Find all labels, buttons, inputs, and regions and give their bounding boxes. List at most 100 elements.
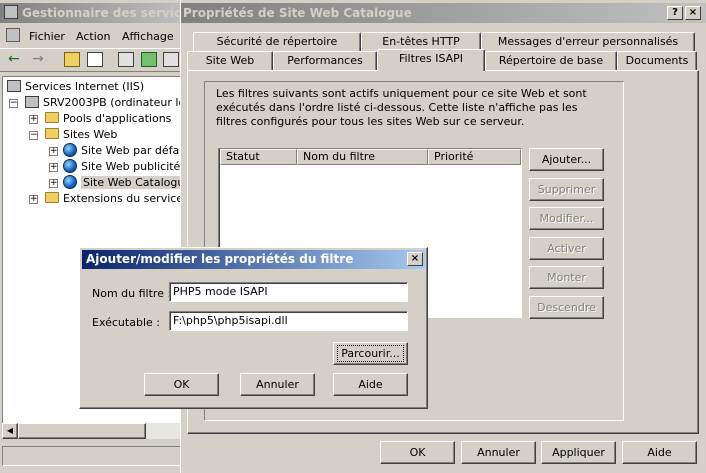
- tree-web-sites[interactable]: Sites Web: [45, 127, 117, 143]
- filter-titlebar[interactable]: Ajouter/modifier les propriétés du filtr…: [82, 250, 425, 269]
- folder-icon: [45, 128, 59, 139]
- show-tree-icon[interactable]: [87, 52, 103, 67]
- ok-button-label: OK: [409, 446, 426, 459]
- mmc-titlebar[interactable]: Gestionnaire des services I: [0, 3, 185, 23]
- export-icon[interactable]: [163, 52, 179, 67]
- tree-server-label: SRV2003PB (ordinateur loca: [43, 96, 184, 109]
- browse-button[interactable]: Parcourir...: [333, 342, 408, 365]
- tree-app-pools[interactable]: Pools d'applications: [45, 111, 171, 127]
- add-button[interactable]: Ajouter...: [529, 148, 604, 171]
- tree-app-pools-label: Pools d'applications: [63, 112, 172, 125]
- tree-web-sites-label: Sites Web: [63, 128, 118, 141]
- scroll-thumb[interactable]: [18, 423, 146, 439]
- tree-expander-pools[interactable]: +: [29, 115, 38, 124]
- tree-expander-sites[interactable]: −: [29, 131, 38, 140]
- tree-site-catalogue[interactable]: Site Web Catalogue: [63, 175, 183, 191]
- folder-icon: [45, 112, 59, 123]
- move-down-button[interactable]: Descendre: [529, 296, 604, 319]
- browse-button-label: Parcourir...: [337, 345, 404, 362]
- mmc-menubar: Fichier Action Affichage: [0, 25, 185, 45]
- filter-cancel-button-label: Annuler: [256, 378, 299, 391]
- filter-help-button-label: Aide: [358, 378, 383, 391]
- remove-button-label: Supprimer: [537, 183, 596, 196]
- up-folder-icon[interactable]: [64, 52, 80, 67]
- mmc-app-icon: [4, 5, 18, 19]
- filter-dialog: Ajouter/modifier les propriétés du filtr…: [79, 247, 428, 409]
- tree-expander-site3[interactable]: +: [49, 179, 58, 188]
- remove-button[interactable]: Supprimer: [529, 178, 604, 201]
- tree-root[interactable]: Services Internet (IIS): [7, 79, 144, 95]
- move-up-button[interactable]: Monter: [529, 266, 604, 289]
- mmc-title: Gestionnaire des services I: [22, 6, 185, 20]
- tree-extensions[interactable]: Extensions du service V: [45, 191, 184, 207]
- menu-icon: [6, 28, 20, 42]
- enable-button-label: Activer: [547, 242, 586, 255]
- filter-name-label: Nom du filtre :: [92, 287, 172, 300]
- tree-root-label: Services Internet (IIS): [25, 80, 145, 93]
- apply-button-label: Appliquer: [552, 446, 605, 459]
- tab-documents[interactable]: Documents: [617, 51, 697, 71]
- tree-site-catalogue-label: Site Web Catalogue: [81, 176, 183, 189]
- cancel-button[interactable]: Annuler: [461, 441, 536, 464]
- scroll-left-icon[interactable]: ◀: [2, 423, 18, 439]
- tree-hscrollbar[interactable]: ◀: [2, 423, 184, 439]
- close-title-icon[interactable]: ×: [685, 6, 701, 20]
- help-button-label: Aide: [647, 446, 672, 459]
- mmc-toolbar: ← →: [0, 48, 185, 72]
- menu-file[interactable]: Fichier: [29, 30, 65, 43]
- properties-icon[interactable]: [118, 52, 134, 67]
- tab-home-directory[interactable]: Répertoire de base: [485, 51, 617, 71]
- tree-site-default-label: Site Web par défau: [81, 144, 184, 157]
- move-up-button-label: Monter: [547, 271, 586, 284]
- help-title-button[interactable]: ?: [667, 6, 683, 20]
- col-status[interactable]: Statut: [220, 149, 297, 165]
- tree-expander-extensions[interactable]: +: [29, 195, 38, 204]
- col-priority[interactable]: Priorité: [428, 149, 521, 165]
- globe-icon: [63, 175, 77, 189]
- menu-action[interactable]: Action: [76, 30, 110, 43]
- tab-security[interactable]: Sécurité de répertoire: [193, 32, 361, 52]
- modify-button-label: Modifier...: [539, 212, 594, 225]
- executable-label: Exécutable :: [92, 316, 160, 329]
- tree-server[interactable]: SRV2003PB (ordinateur loca: [25, 95, 184, 111]
- tree-site-publicite-label: Site Web publicité: [81, 160, 181, 173]
- back-arrow-icon[interactable]: ←: [8, 51, 20, 67]
- properties-titlebar[interactable]: Propriétés de Site Web Catalogue: [181, 3, 706, 23]
- mmc-statusbar: [2, 446, 184, 466]
- tab-error-messages[interactable]: Messages d'erreur personnalisés: [481, 32, 695, 52]
- help-button[interactable]: Aide: [622, 441, 697, 464]
- tree-expander-site2[interactable]: +: [49, 163, 58, 172]
- tab-isapi-filters[interactable]: Filtres ISAPI: [377, 49, 485, 71]
- executable-input[interactable]: F:\php5\php5isapi.dll: [169, 311, 408, 331]
- tab-performance[interactable]: Performances: [273, 51, 377, 71]
- move-down-button-label: Descendre: [537, 301, 596, 314]
- server-icon: [25, 96, 39, 108]
- refresh-icon[interactable]: [141, 52, 157, 67]
- filter-help-button[interactable]: Aide: [333, 373, 408, 396]
- filter-name-input[interactable]: PHP5 mode ISAPI: [169, 282, 408, 302]
- tree-expander-server[interactable]: −: [9, 99, 18, 108]
- folder-icon: [45, 192, 59, 203]
- enable-button[interactable]: Activer: [529, 237, 604, 260]
- apply-button[interactable]: Appliquer: [541, 441, 616, 464]
- menu-view[interactable]: Affichage: [122, 30, 174, 43]
- forward-arrow-icon[interactable]: →: [32, 51, 44, 67]
- filter-cancel-button[interactable]: Annuler: [240, 373, 315, 396]
- globe-icon: [63, 143, 77, 157]
- tree-extensions-label: Extensions du service V: [63, 192, 184, 205]
- tree-expander-site1[interactable]: +: [49, 147, 58, 156]
- properties-title: Propriétés de Site Web Catalogue: [183, 6, 412, 20]
- cancel-button-label: Annuler: [477, 446, 520, 459]
- col-filter-name[interactable]: Nom du filtre: [297, 149, 428, 165]
- tab-web-site[interactable]: Site Web: [187, 51, 273, 71]
- filter-title: Ajouter/modifier les propriétés du filtr…: [86, 252, 354, 266]
- globe-icon: [63, 159, 77, 173]
- tree-site-default[interactable]: Site Web par défau: [63, 143, 184, 159]
- filter-ok-button[interactable]: OK: [144, 373, 219, 396]
- filter-close-icon[interactable]: ×: [407, 252, 423, 266]
- iis-icon: [7, 80, 21, 92]
- ok-button[interactable]: OK: [380, 441, 455, 464]
- add-button-label: Ajouter...: [541, 153, 592, 166]
- tree-site-publicite[interactable]: Site Web publicité: [63, 159, 180, 175]
- modify-button[interactable]: Modifier...: [529, 207, 604, 230]
